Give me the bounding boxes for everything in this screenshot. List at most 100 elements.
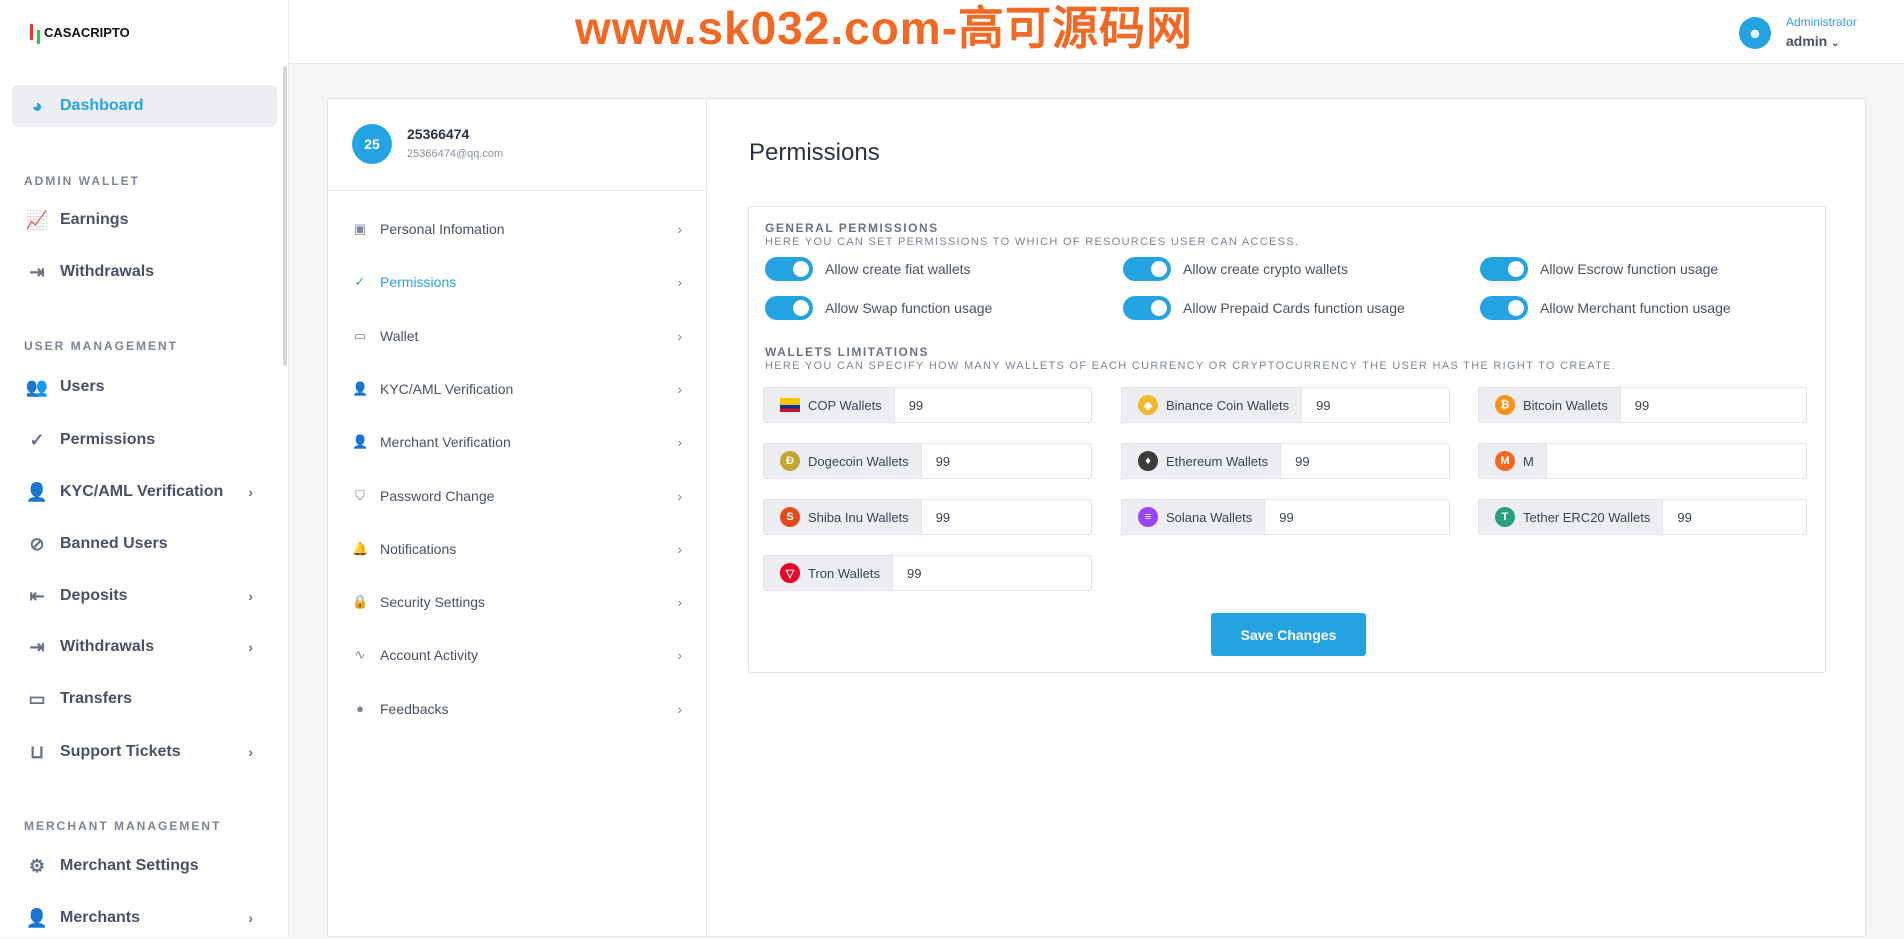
inbox-icon: ⊔ <box>29 741 45 762</box>
sidebar-item-transfers[interactable]: ▭ Transfers <box>12 678 277 720</box>
chevron-right-icon: › <box>677 594 682 611</box>
id-badge-icon: ▣ <box>353 221 367 236</box>
profile-menu-label: Permissions <box>380 274 457 291</box>
wallet-limit-field: ▽ Tron Wallets <box>763 555 1092 591</box>
toggle-label: Allow create crypto wallets <box>1183 261 1348 277</box>
profile-menu-kyc-aml-verification[interactable]: 👤 KYC/AML Verification › <box>328 369 706 409</box>
export-icon: ⇥ <box>29 636 45 657</box>
sidebar-item-withdrawals[interactable]: ⇥ Withdrawals › <box>12 626 277 668</box>
wallet-limit-input[interactable] <box>921 500 1091 534</box>
wallet-limit-input[interactable] <box>1620 388 1806 422</box>
chevron-right-icon: › <box>677 221 682 237</box>
export-icon: ⇥ <box>29 261 45 282</box>
page-title: Permissions <box>749 139 880 166</box>
coin-icon: ▽ <box>780 563 800 583</box>
coin-icon: Ð <box>780 451 800 471</box>
sidebar-scrollbar[interactable] <box>283 66 287 366</box>
wallet-limit-field: ≡ Solana Wallets <box>1121 499 1450 535</box>
general-permissions-subtitle: HERE YOU CAN SET PERMISSIONS TO WHICH OF… <box>765 236 1300 248</box>
wallet-limit-field: Ð Dogecoin Wallets <box>763 443 1092 479</box>
permission-toggle-row: Allow create fiat wallets <box>765 257 971 281</box>
wallet-limit-field: ◆ Binance Coin Wallets <box>1121 387 1450 423</box>
sidebar-item-label: Banned Users <box>60 535 168 552</box>
sidebar-item-withdrawals[interactable]: ⇥ Withdrawals <box>12 251 277 293</box>
chevron-right-icon: › <box>248 588 253 604</box>
coin-icon: ≡ <box>1138 507 1158 527</box>
sidebar-item-label: Withdrawals <box>60 638 155 655</box>
profile-menu-feedbacks[interactable]: ● Feedbacks › <box>328 689 706 729</box>
sidebar-item-deposits[interactable]: ⇤ Deposits › <box>12 575 277 617</box>
toggle-switch[interactable] <box>1480 296 1528 320</box>
wallet-name: Ethereum Wallets <box>1166 453 1269 469</box>
wallet-limit-input[interactable] <box>1663 500 1806 534</box>
sidebar-section-heading: ADMIN WALLET <box>24 174 140 188</box>
wallet-limit-input[interactable] <box>1265 500 1449 534</box>
sidebar-item-label: Transfers <box>60 690 133 707</box>
sidebar-item-permissions[interactable]: ✓ Permissions <box>12 419 277 461</box>
profile-menu-account-activity[interactable]: ∿ Account Activity › <box>328 635 706 675</box>
general-permissions-heading: GENERAL PERMISSIONS <box>765 221 939 235</box>
chevron-right-icon: › <box>677 487 682 504</box>
toggle-switch[interactable] <box>1480 257 1528 281</box>
profile-menu-password-change[interactable]: ⛉ Password Change › <box>328 476 706 516</box>
sidebar-item-users[interactable]: 👥 Users <box>12 366 277 408</box>
user-check-icon: 👤 <box>352 380 369 396</box>
profile-menu-label: Merchant Verification <box>380 434 511 451</box>
wallet-limit-input[interactable] <box>894 388 1091 422</box>
dashboard-icon: ◕ <box>31 95 43 116</box>
sidebar-item-dashboard[interactable]: ◕ Dashboard <box>12 85 277 127</box>
profile-menu-wallet[interactable]: ▭ Wallet › <box>328 316 706 356</box>
toggle-switch[interactable] <box>765 296 813 320</box>
activity-icon: ∿ <box>354 647 366 663</box>
permission-toggle-row: Allow Prepaid Cards function usage <box>1123 296 1405 320</box>
watermark: www.sk032.com-高可源码网 <box>575 2 1194 54</box>
wallet-name: Solana Wallets <box>1166 509 1253 525</box>
toggle-label: Allow create fiat wallets <box>825 261 971 277</box>
user-avatar[interactable]: ☻ <box>1739 17 1771 49</box>
chevron-right-icon: › <box>248 484 253 500</box>
wallet-limit-field: S Shiba Inu Wallets <box>763 499 1092 535</box>
profile-menu-personal-infomation[interactable]: ▣ Personal Infomation › <box>328 209 706 249</box>
sidebar-item-earnings[interactable]: 📈 Earnings <box>12 199 277 241</box>
profile-menu-label: Account Activity <box>380 647 479 664</box>
toggle-label: Allow Merchant function usage <box>1540 300 1731 316</box>
user-detail-card: 25 25366474 25366474@qq.com ▣ Personal In… <box>327 98 1866 937</box>
sidebar-item-merchants[interactable]: 👤 Merchants › <box>12 897 277 939</box>
wallet-limit-input[interactable] <box>893 556 1091 590</box>
sidebar-item-merchant-settings[interactable]: ⚙ Merchant Settings <box>12 845 277 887</box>
profile-menu-merchant-verification[interactable]: 👤 Merchant Verification › <box>328 422 706 462</box>
sidebar-item-label: Merchants <box>60 909 141 926</box>
toggle-switch[interactable] <box>765 257 813 281</box>
profile-menu-label: Wallet <box>380 327 419 344</box>
sidebar-item-banned-users[interactable]: ⊘ Banned Users <box>12 523 277 565</box>
profile-menu-security-settings[interactable]: 🔒 Security Settings › <box>328 582 706 622</box>
toggle-label: Allow Prepaid Cards function usage <box>1183 300 1405 316</box>
sidebar-item-kyc-aml-verification[interactable]: 👤 KYC/AML Verification › <box>12 471 277 513</box>
wallet-limit-input[interactable] <box>921 444 1091 478</box>
profile-menu-label: Security Settings <box>380 594 486 611</box>
profile-menu-label: Password Change <box>380 487 495 504</box>
sidebar-item-label: Dashboard <box>60 97 144 114</box>
profile-menu-notifications[interactable]: 🔔 Notifications › <box>328 529 706 569</box>
save-changes-button[interactable]: Save Changes <box>1211 613 1366 656</box>
user-menu[interactable]: admin ⌄ <box>1786 33 1840 49</box>
coin-icon: ♦ <box>1138 451 1158 471</box>
wallet-name: Tron Wallets <box>808 565 880 581</box>
toggle-switch[interactable] <box>1123 257 1171 281</box>
colombia-flag-icon <box>780 398 800 412</box>
wallet-icon: ▭ <box>28 688 46 709</box>
user-check-icon: 👤 <box>25 481 49 502</box>
wallet-limit-input[interactable] <box>1302 388 1449 422</box>
coin-icon: ₿ <box>1495 395 1515 415</box>
chevron-right-icon: › <box>677 327 682 344</box>
check-circle-icon: ✓ <box>354 274 366 290</box>
profile-menu-permissions[interactable]: ✓ Permissions › <box>328 262 706 302</box>
wallet-limit-input[interactable] <box>1281 444 1449 478</box>
sidebar-item-label: Earnings <box>60 211 129 228</box>
toggle-switch[interactable] <box>1123 296 1171 320</box>
wallet-limit-input[interactable] <box>1546 444 1806 478</box>
wallet-name: M <box>1523 453 1534 469</box>
profile-menu-panel: 25 25366474 25366474@qq.com ▣ Personal In… <box>328 99 707 936</box>
sidebar-item-support-tickets[interactable]: ⊔ Support Tickets › <box>12 731 277 773</box>
brand-logo[interactable]: CASACRIPTO <box>30 20 130 44</box>
